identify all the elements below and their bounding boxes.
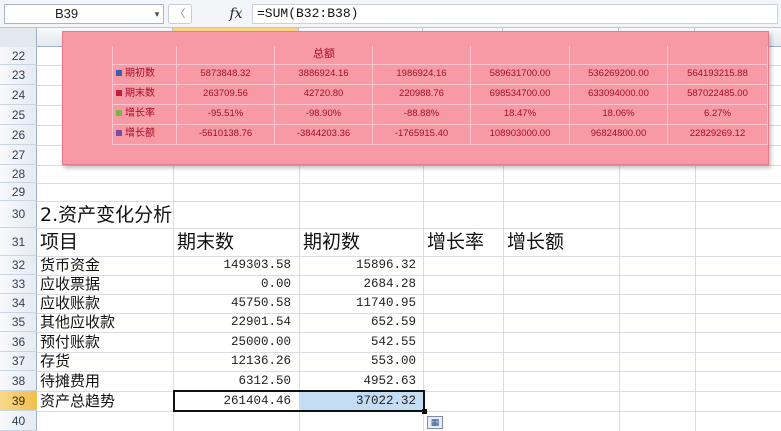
row-header-36[interactable]: 36 — [0, 332, 37, 352]
row-header-32[interactable]: 32 — [0, 256, 37, 275]
header-begin[interactable]: 期初数 — [303, 230, 360, 254]
chart-cell: 698534700.00 — [489, 88, 551, 99]
chart-cell: 263709.56 — [203, 88, 248, 99]
row-header-37[interactable]: 37 — [0, 352, 37, 371]
chart-cell: -5610138.76 — [198, 128, 253, 139]
chart-cell: -88.88% — [403, 108, 440, 119]
legend-swatch-growth-amount — [116, 130, 122, 137]
legend-swatch-growth-rate — [116, 110, 122, 117]
item-name[interactable]: 应收票据 — [40, 275, 100, 294]
legend-growth-rate: 增长率 — [116, 106, 176, 122]
begin-value[interactable]: 652.59 — [300, 313, 416, 332]
row-header-25[interactable]: 25 — [0, 105, 37, 125]
item-name[interactable]: 存货 — [40, 352, 70, 371]
chart-cell: -1765915.40 — [394, 128, 449, 139]
header-item[interactable]: 项目 — [40, 230, 78, 254]
formula-bar-control[interactable]: 〈 — [168, 4, 192, 24]
legend-growth-amount: 增长额 — [116, 126, 176, 142]
chart-header-fragment: 总额 — [313, 48, 335, 60]
legend-label: 增长率 — [125, 108, 155, 119]
begin-value[interactable]: 4952.63 — [300, 371, 416, 391]
chart-cell: 536269200.00 — [588, 68, 649, 79]
row-header-22[interactable]: 22 — [0, 47, 37, 65]
end-value[interactable]: 12136.26 — [175, 352, 291, 371]
begin-value[interactable]: 553.00 — [300, 352, 416, 371]
row-header-31[interactable]: 31 — [0, 228, 37, 256]
row-header-26[interactable]: 26 — [0, 125, 37, 145]
quick-analysis-icon[interactable]: ▦ — [427, 416, 443, 429]
row-header-34[interactable]: 34 — [0, 294, 37, 313]
legend-begin: 期初数 — [116, 66, 176, 82]
header-growth-rate[interactable]: 增长率 — [427, 230, 484, 254]
item-name[interactable]: 待摊费用 — [40, 371, 100, 391]
header-growth-amount[interactable]: 增长额 — [507, 230, 564, 254]
end-value[interactable]: 25000.00 — [175, 332, 291, 352]
chart-cell: 5873848.32 — [200, 68, 251, 79]
header-end[interactable]: 期末数 — [177, 230, 234, 254]
chart-cell: 22829269.12 — [689, 128, 746, 139]
selection-border — [173, 390, 425, 412]
begin-value[interactable]: 15896.32 — [300, 256, 416, 275]
begin-value[interactable]: 11740.95 — [300, 294, 416, 313]
row-header-33[interactable]: 33 — [0, 275, 37, 294]
chart-cell: 42720.80 — [303, 88, 344, 99]
name-box[interactable]: B39 — [4, 4, 164, 24]
item-name[interactable]: 预付账款 — [40, 332, 100, 352]
begin-value[interactable]: 542.55 — [300, 332, 416, 352]
row-header-30[interactable]: 30 — [0, 201, 37, 228]
legend-swatch-begin — [116, 70, 122, 77]
row-header-27[interactable]: 27 — [0, 145, 37, 165]
row-header-39[interactable]: 39 — [0, 391, 37, 411]
insert-function-icon[interactable]: fx — [224, 4, 248, 24]
chart-cell: 564193215.88 — [687, 68, 748, 79]
row-header-28[interactable]: 28 — [0, 165, 37, 183]
legend-swatch-end — [116, 90, 122, 97]
chart-cell: 1986924.16 — [396, 68, 447, 79]
row-header-35[interactable]: 35 — [0, 313, 37, 332]
chart-cell: 587022485.00 — [687, 88, 748, 99]
end-value[interactable]: 149303.58 — [175, 256, 291, 275]
end-value[interactable]: 45750.58 — [175, 294, 291, 313]
chart-cell: -95.51% — [207, 108, 244, 119]
select-all-corner[interactable] — [0, 28, 37, 47]
row-header-38[interactable]: 38 — [0, 371, 37, 391]
row-header-23[interactable]: 23 — [0, 65, 37, 85]
row-header-40[interactable]: 40 — [0, 411, 37, 431]
section-title[interactable]: 2.资产变化分析 — [40, 203, 172, 227]
chart-cell: -3844203.36 — [296, 128, 351, 139]
name-box-dropdown-icon[interactable]: ▾ — [150, 4, 164, 24]
begin-value[interactable]: 2684.28 — [300, 275, 416, 294]
row-header-24[interactable]: 24 — [0, 85, 37, 105]
item-name[interactable]: 应收账款 — [40, 294, 100, 313]
chart-cell: 3886924.16 — [298, 68, 349, 79]
item-name[interactable]: 其他应收款 — [40, 313, 115, 332]
row-header-29[interactable]: 29 — [0, 183, 37, 201]
end-value[interactable]: 0.00 — [175, 275, 291, 294]
legend-end: 期末数 — [116, 86, 176, 102]
chart-cell: 589631700.00 — [489, 68, 551, 79]
chart-cell: 108903000.00 — [489, 128, 551, 139]
chart-cell: 6.27% — [704, 108, 731, 119]
chart-cell: 18.47% — [503, 108, 537, 119]
item-name[interactable]: 货币资金 — [40, 256, 100, 275]
end-value[interactable]: 6312.50 — [175, 371, 291, 391]
chart-cell: 96824800.00 — [590, 128, 647, 139]
legend-label: 期末数 — [125, 88, 155, 99]
chart-cell: 633094000.00 — [588, 88, 649, 99]
formula-input[interactable]: =SUM(B32:B38) — [252, 4, 778, 24]
chart-cell: 220988.76 — [399, 88, 444, 99]
legend-label: 期初数 — [125, 68, 155, 79]
fill-handle[interactable] — [422, 409, 427, 414]
item-name[interactable]: 资产总趋势 — [40, 391, 115, 411]
end-value[interactable]: 22901.54 — [175, 313, 291, 332]
chart-cell: 18.06% — [602, 108, 635, 119]
legend-label: 增长额 — [125, 128, 155, 139]
chart-cell: -98.90% — [305, 108, 342, 119]
